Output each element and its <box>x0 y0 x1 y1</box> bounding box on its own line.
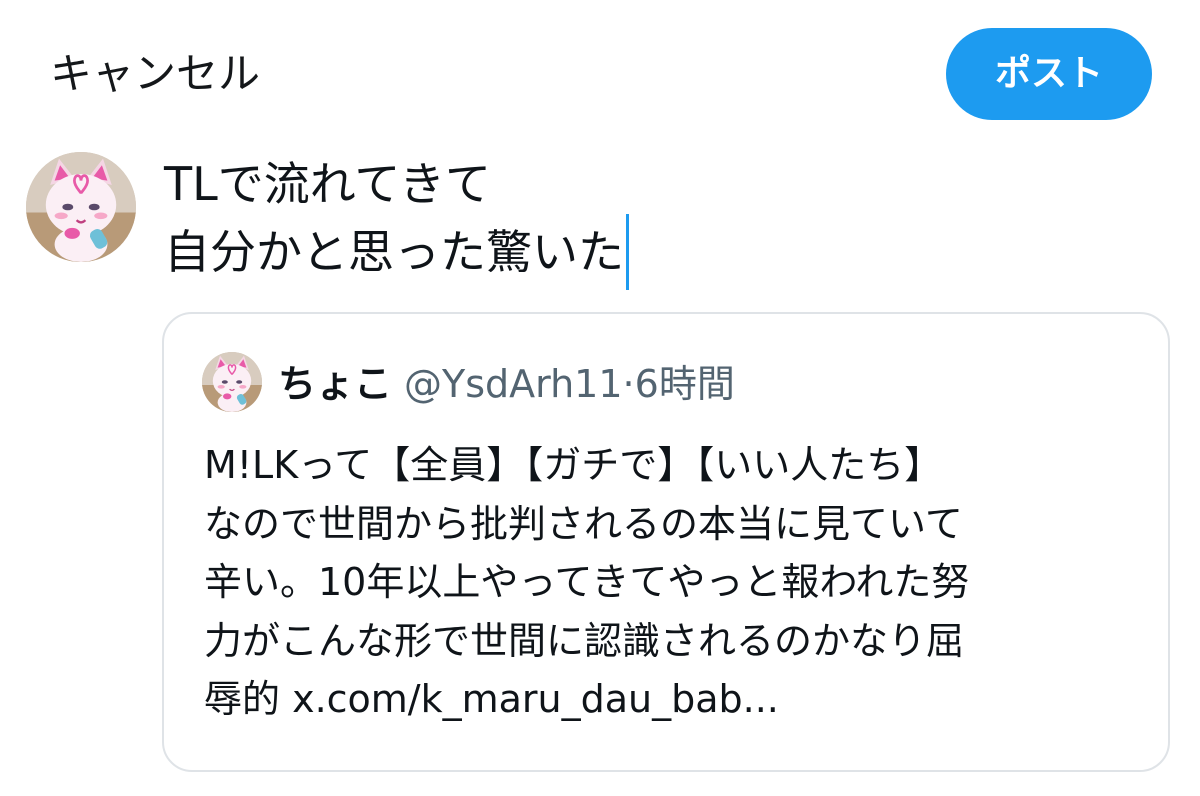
cancel-button[interactable]: キャンセル <box>50 44 260 104</box>
quoted-text-line: 辱的 x.com/k_maru_dau_bab... <box>204 677 779 721</box>
quoted-text-line: 辛い。10年以上やってきてやっと報われた努 <box>204 560 970 604</box>
quoted-text-line: 力がこんな形で世間に認識されるのかなり屈 <box>204 618 965 663</box>
quoted-avatar <box>202 352 262 412</box>
quoted-post-text: M!LKって【全員】【ガチで】【いい人たち】 なので世間から批判されるの本当に見… <box>204 436 1144 729</box>
compose-line-text: 自分かと思った驚いた <box>164 225 624 279</box>
quoted-text-line: M!LKって【全員】【ガチで】【いい人たち】 <box>204 443 943 487</box>
post-button[interactable]: ポスト <box>946 28 1152 120</box>
cat-character-icon <box>202 352 262 412</box>
header-separator: · <box>622 362 635 406</box>
compose-line: TLで流れてきて <box>164 157 491 211</box>
cat-character-icon <box>26 152 136 262</box>
quoted-post-header: ちょこ @YsdArh11·6時間 <box>278 356 735 412</box>
quoted-timestamp: 6時間 <box>634 362 735 406</box>
compose-line-with-caret: 自分かと思った驚いた <box>164 214 1144 290</box>
quoted-text-line: なので世間から批判されるの本当に見ていて <box>204 501 963 546</box>
quoted-handle: @YsdArh11 <box>404 362 623 406</box>
user-avatar[interactable] <box>26 152 136 262</box>
compose-text-area[interactable]: TLで流れてきて 自分かと思った驚いた <box>164 154 1144 290</box>
quoted-display-name: ちょこ <box>278 362 393 406</box>
text-caret <box>626 214 629 290</box>
